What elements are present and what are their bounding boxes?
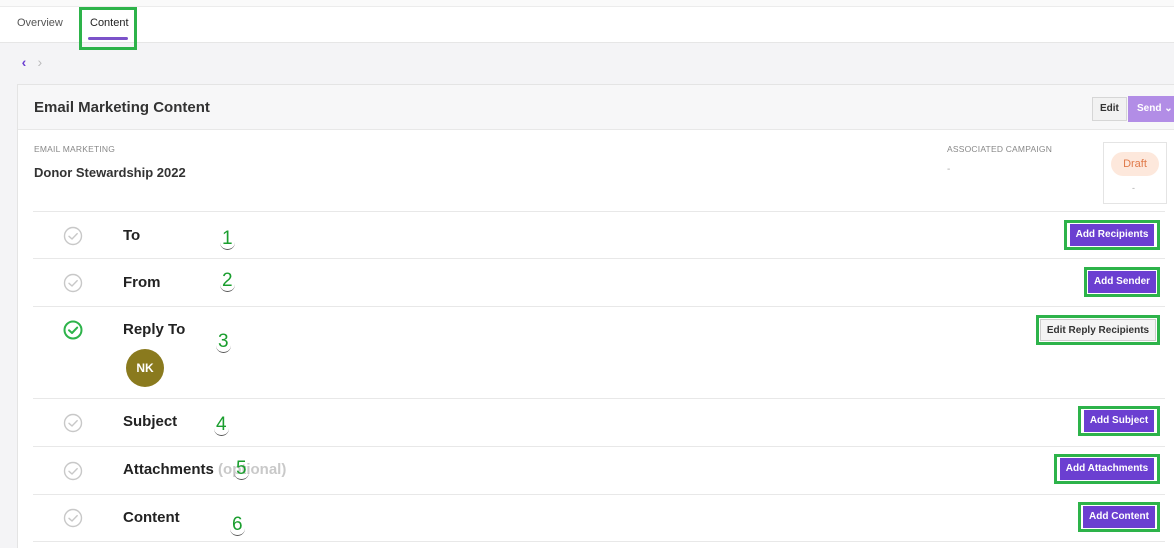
row-label-text: Subject <box>123 413 178 430</box>
check-circle-icon <box>63 273 83 293</box>
checklist-row: To 1 <box>33 211 1165 258</box>
row-action-button[interactable]: Edit Reply Recipients <box>1036 315 1160 345</box>
step-number: 4 <box>214 414 229 436</box>
row-label-text: Content <box>123 509 180 526</box>
checklist-row: Attachments (optional) 5 <box>33 446 1165 494</box>
row-label-text: Attachments <box>123 461 214 478</box>
status-box: Draft - <box>1103 142 1167 204</box>
row-label: Subject <box>123 413 177 430</box>
row-label: Content <box>123 509 180 526</box>
row-action-button[interactable]: Add Attachments <box>1054 454 1160 484</box>
checklist-row: From 2 <box>33 258 1165 306</box>
step-number: 3 <box>216 331 231 353</box>
step-number: 2 <box>220 270 235 292</box>
pager: ‹ › <box>18 54 46 70</box>
chevron-right-icon[interactable]: › <box>34 54 46 70</box>
tab-content-label: Content <box>90 17 129 29</box>
step-number: 6 <box>230 514 245 536</box>
edit-button[interactable]: Edit <box>1092 97 1127 121</box>
step-number: 5 <box>234 458 249 480</box>
optional-label: (optional) <box>218 461 287 478</box>
row-label: Reply To <box>123 321 185 338</box>
row-label: From <box>123 274 161 291</box>
check-circle-icon <box>63 226 83 246</box>
row-action-label: Add Recipients <box>1069 224 1155 246</box>
row-action-button[interactable]: Add Subject <box>1078 406 1160 436</box>
email-marketing-label: EMAIL MARKETING <box>34 144 116 154</box>
row-label-text: To <box>123 227 141 244</box>
row-action-button[interactable]: Add Content <box>1078 502 1160 532</box>
checklist-row: Content 6 <box>33 494 1165 542</box>
associated-campaign-label: ASSOCIATED CAMPAIGN <box>947 144 1053 154</box>
divider <box>33 541 1165 542</box>
row-action-label: Add Sender <box>1087 271 1157 293</box>
card-header: Email Marketing Content Edit Send ⌄ <box>18 85 1174 130</box>
active-tab-indicator <box>88 37 128 40</box>
tab-overview[interactable]: Overview <box>17 7 63 43</box>
check-circle-icon <box>63 413 83 433</box>
row-action-label: Add Attachments <box>1059 458 1155 480</box>
row-action-button[interactable]: Add Sender <box>1084 267 1160 297</box>
row-action-button[interactable]: Add Recipients <box>1064 220 1160 250</box>
associated-campaign-value: - <box>947 164 951 175</box>
tab-content[interactable]: Content <box>79 7 137 50</box>
page-title: Email Marketing Content <box>34 99 210 116</box>
check-circle-icon <box>63 508 83 528</box>
status-badge: Draft <box>1111 152 1159 176</box>
row-action-label: Add Content <box>1083 506 1155 528</box>
avatar[interactable]: NK <box>126 349 164 387</box>
checklist-row: Subject 4 <box>33 398 1165 446</box>
step-number: 1 <box>220 228 235 250</box>
email-marketing-name: Donor Stewardship 2022 <box>34 165 186 180</box>
chevron-left-icon[interactable]: ‹ <box>18 54 30 70</box>
row-action-label: Edit Reply Recipients <box>1039 319 1157 341</box>
send-button[interactable]: Send ⌄ <box>1128 96 1174 122</box>
row-label-text: From <box>123 274 161 291</box>
row-action-label: Add Subject <box>1083 410 1155 432</box>
check-circle-icon <box>63 461 83 481</box>
checklist-row: Reply To 3 NK <box>33 306 1165 398</box>
row-label: To <box>123 227 140 244</box>
top-bar <box>0 0 1174 7</box>
status-sub: - <box>1132 183 1135 193</box>
check-circle-icon <box>63 320 83 340</box>
row-label-text: Reply To <box>123 321 186 338</box>
row-label: Attachments (optional) <box>123 461 286 478</box>
tab-bar: Overview Content <box>0 7 1174 50</box>
